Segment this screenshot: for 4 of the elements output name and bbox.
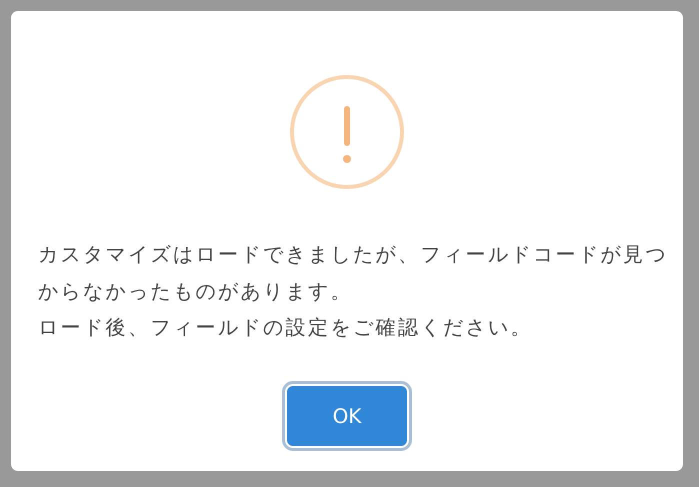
ok-button[interactable]: OK [287, 386, 407, 446]
message-text: ロード後、フィールドの設定をご確認ください。 [38, 314, 534, 341]
message-text: カスタマイズはロードできましたが、フィールドコードが見つからなかったものがあります。 [38, 241, 668, 304]
warning-icon [289, 74, 405, 190]
